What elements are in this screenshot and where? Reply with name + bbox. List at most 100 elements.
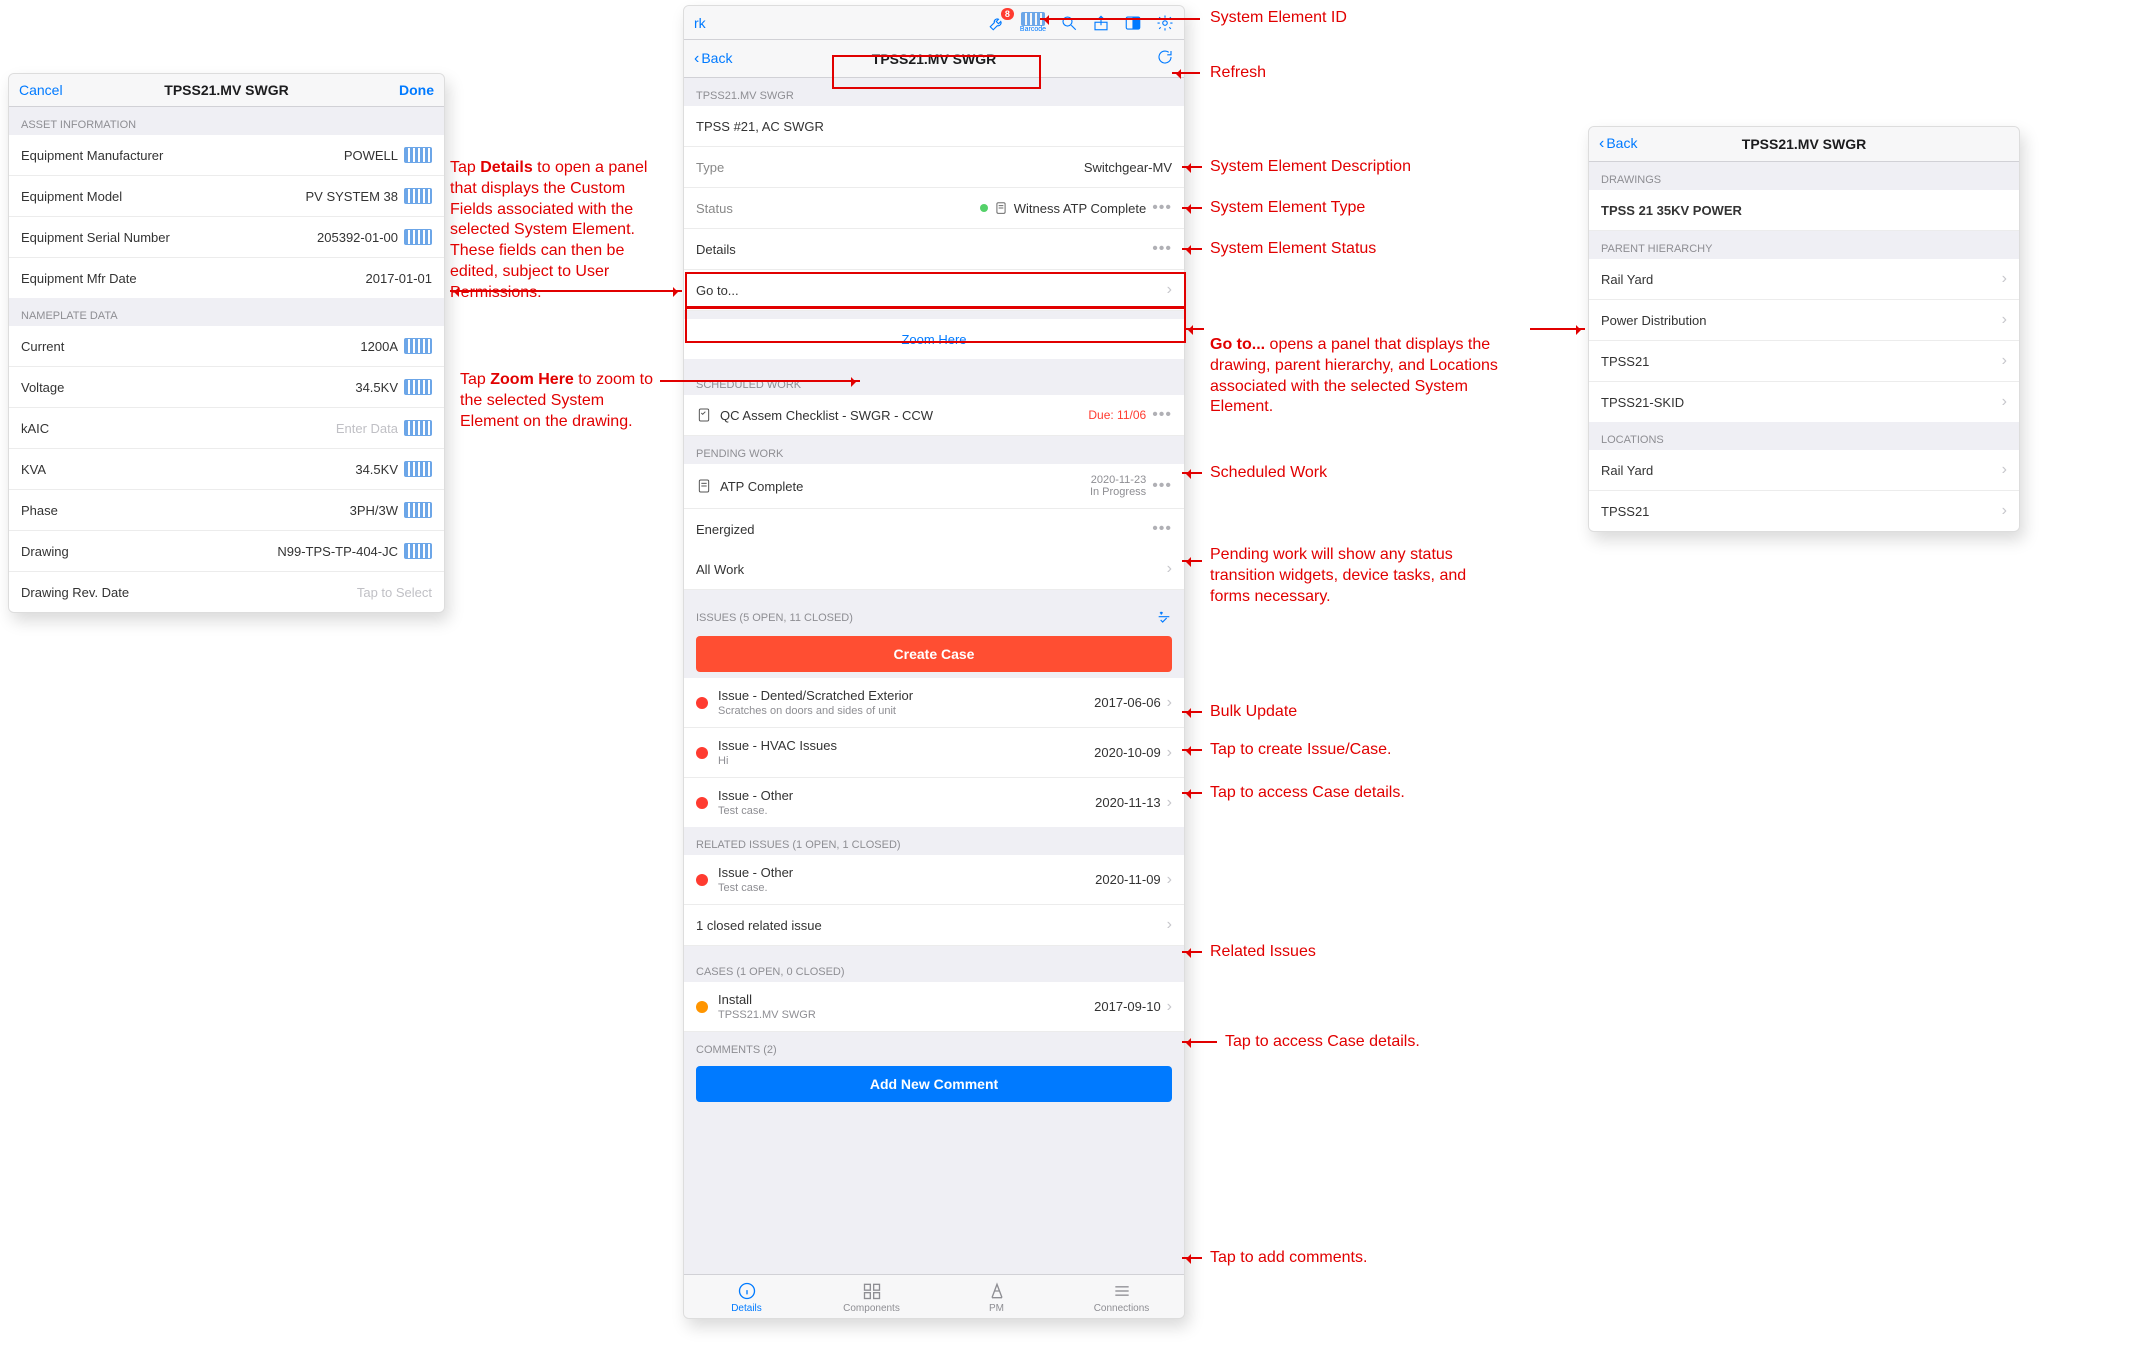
field-row[interactable]: KVA 34.5KV <box>9 449 444 490</box>
goto-panel: ‹Back TPSS21.MV SWGR DRAWINGS TPSS 21 35… <box>1588 126 2020 532</box>
element-status-row[interactable]: Status Witness ATP Complete ••• <box>684 188 1184 229</box>
field-row[interactable]: Equipment Serial Number 205392-01-00 <box>9 217 444 258</box>
panel-toggle-icon[interactable] <box>1124 14 1142 32</box>
chevron-right-icon: › <box>1167 916 1172 934</box>
status-more-icon[interactable]: ••• <box>1152 199 1172 217</box>
locations-header: LOCATIONS <box>1589 422 2019 450</box>
barcode-icon[interactable] <box>404 461 432 477</box>
cases-header: CASES (1 OPEN, 0 CLOSED) <box>684 954 1184 982</box>
annotation-create-case: Tap to create Issue/Case. <box>1210 740 1391 761</box>
form-icon <box>696 478 712 494</box>
back-button[interactable]: ‹Back <box>694 50 754 68</box>
annotation-case-details: Tap to access Case details. <box>1210 783 1405 804</box>
drawings-header: DRAWINGS <box>1589 162 2019 190</box>
annotation-refresh: Refresh <box>1210 63 1266 84</box>
related-issues-header: RELATED ISSUES (1 OPEN, 1 CLOSED) <box>684 827 1184 855</box>
goto-row[interactable]: Go to... › <box>684 270 1184 311</box>
annotation-status: System Element Status <box>1210 239 1376 260</box>
pending-work-header: PENDING WORK <box>684 436 1184 464</box>
chevron-right-icon: › <box>1167 744 1172 762</box>
chevron-right-icon: › <box>1167 794 1172 812</box>
back-button[interactable]: ‹Back <box>1599 135 1659 153</box>
tab-connections[interactable]: Connections <box>1059 1275 1184 1318</box>
more-icon[interactable]: ••• <box>1152 520 1172 538</box>
share-icon[interactable] <box>1092 14 1110 32</box>
field-row[interactable]: kAIC Enter Data <box>9 408 444 449</box>
chevron-right-icon: › <box>2002 352 2007 370</box>
details-more-icon: ••• <box>1152 240 1172 258</box>
list-item[interactable]: TPSS21› <box>1589 491 2019 531</box>
field-row[interactable]: Equipment Mfr Date 2017-01-01 <box>9 258 444 298</box>
barcode-icon[interactable] <box>404 188 432 204</box>
wrench-icon[interactable]: 8 <box>988 14 1006 32</box>
scheduled-more-icon[interactable]: ••• <box>1152 406 1172 424</box>
create-case-button[interactable]: Create Case <box>696 636 1172 672</box>
chevron-right-icon: › <box>2002 270 2007 288</box>
barcode-icon[interactable] <box>404 379 432 395</box>
barcode-icon[interactable] <box>404 502 432 518</box>
list-item[interactable]: TPSS21-SKID› <box>1589 382 2019 422</box>
barcode-icon[interactable] <box>404 229 432 245</box>
pending-work-item[interactable]: ATP Complete 2020-11-23In Progress ••• <box>684 464 1184 509</box>
annotation-related: Related Issues <box>1210 942 1316 963</box>
chevron-right-icon: › <box>1167 998 1172 1016</box>
search-icon[interactable] <box>1060 14 1078 32</box>
field-row[interactable]: Voltage 34.5KV <box>9 367 444 408</box>
gear-icon[interactable] <box>1156 14 1174 32</box>
asset-info-header: ASSET INFORMATION <box>9 107 444 135</box>
chevron-right-icon: › <box>2002 502 2007 520</box>
details-row[interactable]: Details ••• <box>684 229 1184 270</box>
tab-pm[interactable]: PM <box>934 1275 1059 1318</box>
issue-dot-icon <box>696 697 708 709</box>
tab-bar: Details Components PM Connections <box>684 1274 1184 1318</box>
annotation-comments: Tap to add comments. <box>1210 1248 1367 1269</box>
drawing-item[interactable]: TPSS 21 35KV POWER <box>1589 190 2019 231</box>
barcode-icon[interactable] <box>404 420 432 436</box>
list-item[interactable]: Power Distribution› <box>1589 300 2019 341</box>
add-comment-button[interactable]: Add New Comment <box>696 1066 1172 1102</box>
annotation-system-id: System Element ID <box>1210 8 1347 29</box>
annotation-case-details2: Tap to access Case details. <box>1225 1032 1420 1053</box>
refresh-button[interactable] <box>1114 48 1174 69</box>
tab-details[interactable]: Details <box>684 1275 809 1318</box>
field-row[interactable]: Drawing N99-TPS-TP-404-JC <box>9 531 444 572</box>
more-icon[interactable]: ••• <box>1152 477 1172 495</box>
related-issue-item[interactable]: Issue - Other Test case. 2020-11-09› <box>684 855 1184 905</box>
list-item[interactable]: Rail Yard› <box>1589 259 2019 300</box>
cancel-button[interactable]: Cancel <box>19 82 79 98</box>
issue-item[interactable]: Issue - Dented/Scratched ExteriorScratch… <box>684 678 1184 728</box>
issue-dot-icon <box>696 797 708 809</box>
element-type-row: Type Switchgear-MV <box>684 147 1184 188</box>
list-item[interactable]: TPSS21› <box>1589 341 2019 382</box>
tab-components[interactable]: Components <box>809 1275 934 1318</box>
bulk-update-icon[interactable] <box>1156 610 1172 626</box>
barcode-icon[interactable] <box>404 543 432 559</box>
field-row[interactable]: Phase 3PH/3W <box>9 490 444 531</box>
element-description: TPSS #21, AC SWGR <box>684 106 1184 147</box>
field-row[interactable]: Equipment Manufacturer POWELL <box>9 135 444 176</box>
annotation-type: System Element Type <box>1210 198 1365 219</box>
field-row[interactable]: Equipment Model PV SYSTEM 38 <box>9 176 444 217</box>
issues-header: ISSUES (5 OPEN, 11 CLOSED) <box>684 598 1184 630</box>
chevron-right-icon: › <box>2002 311 2007 329</box>
scheduled-work-item[interactable]: QC Assem Checklist - SWGR - CCW Due: 11/… <box>684 395 1184 436</box>
status-dot-icon <box>980 204 988 212</box>
field-row[interactable]: Current 1200A <box>9 326 444 367</box>
chevron-right-icon: › <box>1167 560 1172 578</box>
field-row[interactable]: Drawing Rev. Date Tap to Select <box>9 572 444 612</box>
chevron-right-icon: › <box>2002 461 2007 479</box>
annotation-pending: Pending work will show any status transi… <box>1210 545 1510 607</box>
all-work-row[interactable]: All Work › <box>684 549 1184 590</box>
barcode-icon[interactable] <box>404 147 432 163</box>
pending-work-item[interactable]: Energized ••• <box>684 509 1184 549</box>
issue-item[interactable]: Issue - HVAC IssuesHi 2020-10-09› <box>684 728 1184 778</box>
done-button[interactable]: Done <box>374 82 434 98</box>
barcode-icon[interactable] <box>404 338 432 354</box>
closed-related-row[interactable]: 1 closed related issue › <box>684 905 1184 946</box>
chevron-right-icon: › <box>1167 694 1172 712</box>
list-item[interactable]: Rail Yard› <box>1589 450 2019 491</box>
zoom-here-button[interactable]: Zoom Here <box>684 319 1184 359</box>
case-item[interactable]: Install TPSS21.MV SWGR 2017-09-10› <box>684 982 1184 1032</box>
annotation-details: Tap Details to open a panel that display… <box>450 158 670 304</box>
issue-item[interactable]: Issue - OtherTest case. 2020-11-13› <box>684 778 1184 827</box>
